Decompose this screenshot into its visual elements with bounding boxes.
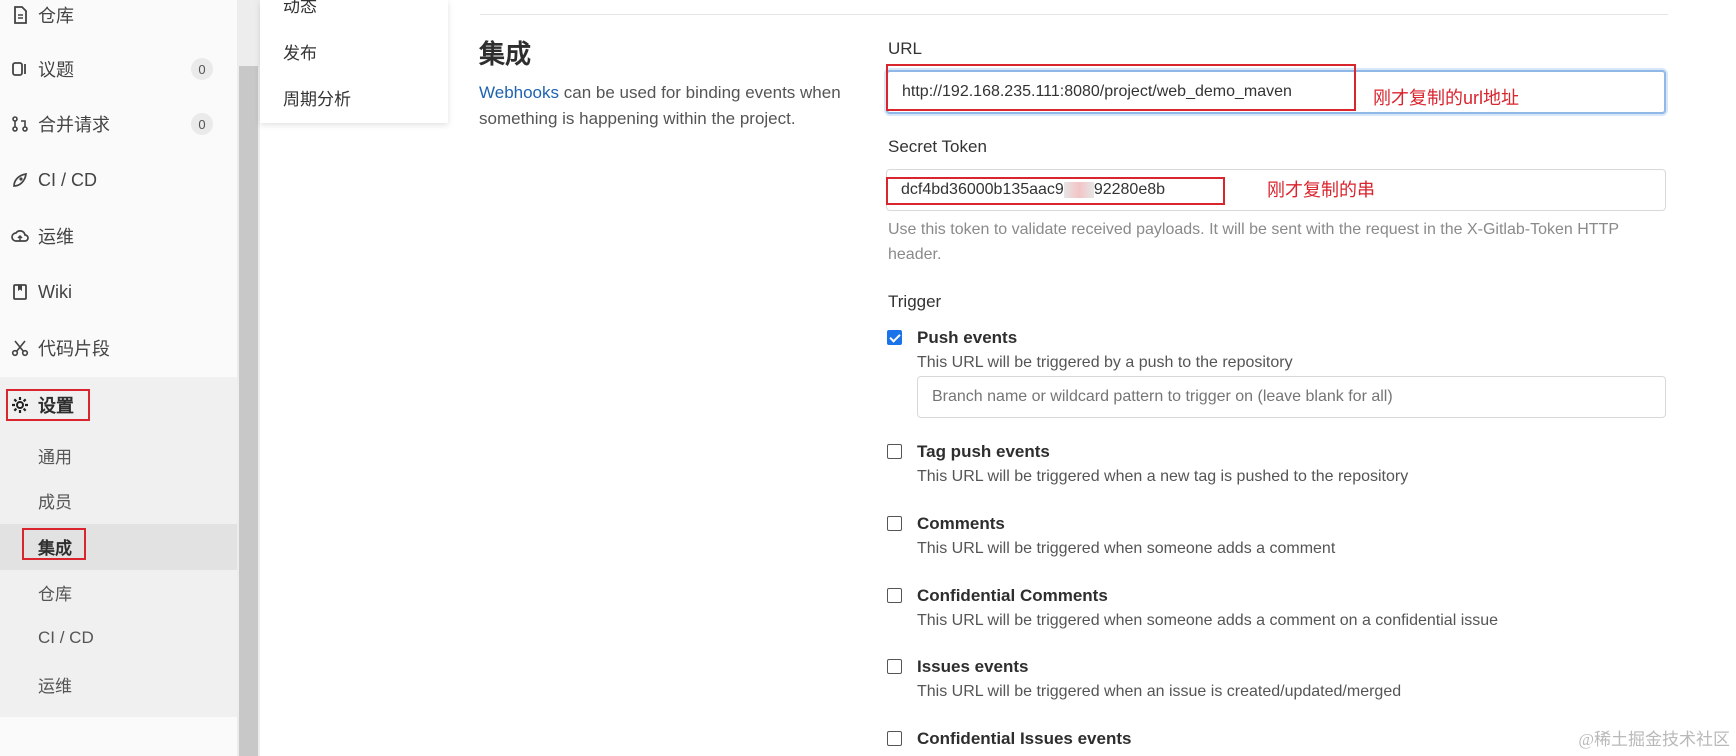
settings-sub-members[interactable]: 成员 [38,485,72,515]
merge-request-icon [10,114,30,134]
divider [480,14,1668,15]
book-icon [10,282,30,302]
sidebar-item-label: 议题 [38,60,74,80]
sidebar: 仓库 议题 0 合并请求 0 CI / CD 运维 Wiki 代码片段 设置 通… [0,0,237,756]
settings-sub-repository[interactable]: 仓库 [38,577,72,607]
sidebar-item-operations[interactable]: 运维 [0,213,237,259]
branch-filter-input[interactable] [917,376,1666,418]
issues-icon [10,59,30,79]
watermark: @稀土掘金技术社区 [1578,730,1730,749]
issues-events-checkbox[interactable] [887,659,902,674]
count-badge: 0 [191,113,213,135]
sidebar-scrollbar[interactable] [237,0,260,756]
sidebar-item-cicd[interactable]: CI / CD [0,157,237,203]
url-annotation: 刚才复制的url地址 [1373,88,1520,108]
sidebar-item-issues[interactable]: 议题 0 [0,46,237,92]
token-help-text: Use this token to validate received payl… [888,221,1619,263]
submenu-item-cycle-analytics[interactable]: 周期分析 [283,85,351,110]
sidebar-item-label: 合并请求 [38,115,110,135]
scissors-icon [10,338,30,358]
confidential-comments-desc: This URL will be triggered when someone … [917,612,1499,629]
scrollbar-thumb[interactable] [239,66,258,756]
confidential-comments-title: Confidential Comments [917,586,1108,605]
sidebar-item-snippets[interactable]: 代码片段 [0,325,237,371]
issues-events-title: Issues events [917,657,1029,676]
sidebar-item-merge-requests[interactable]: 合并请求 0 [0,101,237,147]
sidebar-item-label: 代码片段 [38,339,110,359]
submenu-panel: 动态 发布 周期分析 [260,0,448,123]
highlight-box [886,177,1225,205]
highlight-box [886,64,1356,111]
sidebar-item-label: CI / CD [38,169,98,190]
push-events-desc: This URL will be triggered by a push to … [917,354,1293,371]
comments-desc: This URL will be triggered when someone … [917,540,1336,557]
push-events-title: Push events [917,328,1018,347]
highlight-box [6,389,90,421]
secret-token-label: Secret Token [888,137,987,156]
page-title: 集成 [479,39,532,69]
file-icon [10,5,30,25]
sidebar-item-label: 仓库 [38,6,74,26]
tag-push-events-title: Tag push events [917,442,1050,461]
settings-sub-cicd[interactable]: CI / CD [38,623,94,653]
settings-sub-general[interactable]: 通用 [38,440,72,470]
sidebar-item-label: Wiki [38,281,72,302]
url-label: URL [888,39,923,58]
issues-events-desc: This URL will be triggered when an issue… [917,683,1402,700]
token-annotation: 刚才复制的串 [1267,180,1375,200]
cloud-icon [10,226,30,246]
section-description: Webhooks can be used for binding events … [479,80,854,132]
submenu-item-releases[interactable]: 发布 [283,39,317,64]
rocket-icon [10,170,30,190]
comments-title: Comments [917,514,1005,533]
push-events-checkbox[interactable] [887,330,902,345]
confidential-issues-events-checkbox[interactable] [887,731,902,746]
comments-checkbox[interactable] [887,516,902,531]
trigger-label: Trigger [888,292,942,311]
sidebar-item-wiki[interactable]: Wiki [0,269,237,315]
count-badge: 0 [191,58,213,80]
webhooks-link[interactable]: Webhooks [479,83,559,102]
sidebar-item-repository[interactable]: 仓库 [0,0,237,38]
submenu-item-activity[interactable]: 动态 [283,0,317,17]
tag-push-events-checkbox[interactable] [887,444,902,459]
confidential-issues-events-title: Confidential Issues events [917,729,1132,748]
confidential-comments-checkbox[interactable] [887,588,902,603]
highlight-box [22,528,86,560]
tag-push-events-desc: This URL will be triggered when a new ta… [917,468,1409,485]
sidebar-item-label: 运维 [38,227,74,247]
settings-sub-operations[interactable]: 运维 [38,669,72,699]
